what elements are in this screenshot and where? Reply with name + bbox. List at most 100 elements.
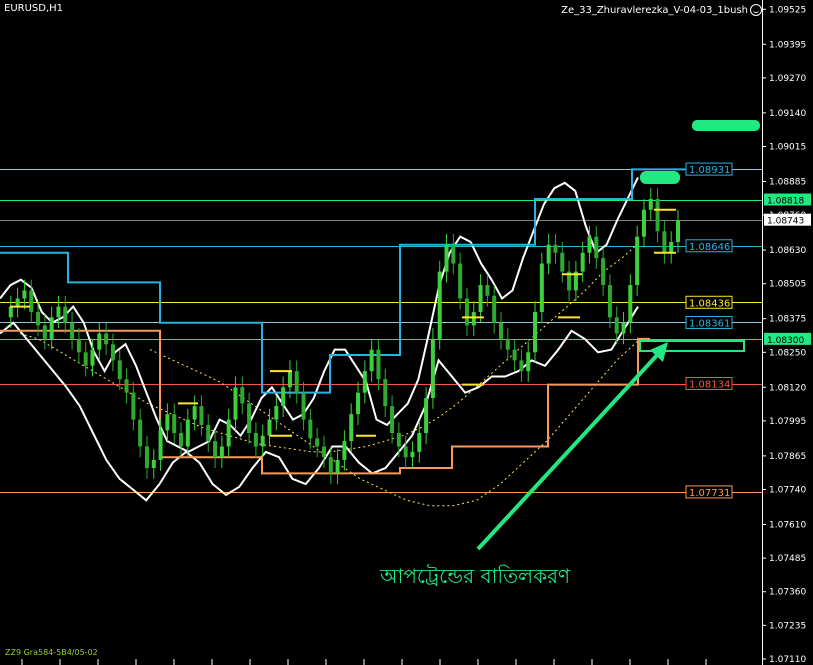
candle-body [335, 459, 340, 474]
candle-body [376, 349, 381, 380]
price-axis-label: 1.07740 [769, 486, 806, 496]
candle-body [614, 317, 619, 334]
price-axis-label: 1.07485 [769, 554, 806, 564]
symbol-label: EURUSD,H1 [4, 3, 64, 14]
price-axis-label: 1.09270 [769, 74, 806, 84]
price-axis-label: 1.09140 [769, 109, 806, 119]
candle-body [587, 236, 592, 253]
candle-body [110, 344, 115, 361]
candle-body [29, 290, 34, 312]
annotation-text: আপট্রেন্ডের বাতিলকরণ [379, 564, 571, 588]
candle-body [648, 198, 653, 210]
candle-body [165, 414, 170, 431]
candle-body [308, 419, 313, 439]
candle-body [601, 258, 606, 286]
candle-body [260, 435, 265, 447]
candle-body [635, 236, 640, 286]
price-label: 1.08361 [689, 318, 730, 329]
candle-body [226, 419, 231, 447]
candle-body [281, 387, 286, 407]
candle-body [560, 252, 565, 272]
candle-body [233, 387, 238, 420]
candle-body [628, 285, 633, 323]
candle-body [464, 298, 469, 326]
price-axis-label: 1.09525 [769, 5, 806, 15]
candle-body [158, 430, 163, 460]
candle-body [676, 220, 680, 243]
indicator-label: Ze_33_Zhuravlerezka_V-04-03_1bush [561, 4, 762, 16]
price-axis-label: 1.08120 [769, 383, 806, 393]
candle-body [138, 419, 143, 447]
candle-body [192, 406, 197, 420]
candle-body [294, 371, 299, 393]
candle-body [356, 392, 361, 415]
smiley-icon[interactable] [750, 4, 762, 16]
candle-body [104, 333, 109, 345]
price-axis-label: 1.07865 [769, 452, 806, 462]
candle-body [512, 349, 517, 361]
price-axis-label: 1.09395 [769, 40, 806, 50]
candle-body [328, 457, 333, 474]
candle-body [594, 236, 599, 259]
candle-body [15, 298, 20, 307]
candle-body [199, 406, 204, 425]
price-axis-label: 1.07235 [769, 621, 806, 631]
price-axis-label: 1.07110 [769, 655, 806, 665]
price-axis-label: 1.08630 [769, 246, 806, 256]
footer-label: ZZ9 Gra584-5B4/05-02 [5, 648, 98, 657]
candle-body [349, 414, 354, 442]
candle-body [49, 317, 54, 339]
candle-body [83, 352, 88, 366]
candle-body [451, 244, 456, 264]
indicator-name: Ze_33_Zhuravlerezka_V-04-03_1bush [561, 4, 748, 16]
candle-body [641, 209, 646, 237]
candle-body [131, 392, 136, 420]
candle-body [369, 349, 374, 372]
candle-body [362, 371, 367, 393]
candle-body [267, 419, 272, 436]
candle-body [437, 271, 442, 339]
price-axis-label: 1.08375 [769, 315, 806, 325]
candle-body [498, 322, 503, 339]
price-axis-label: 1.07995 [769, 417, 806, 427]
price-chart: 1.09525 1.09395 1.09270 1.09140 1.09015 1.088… [0, 0, 813, 665]
price-label: 1.08134 [689, 380, 730, 391]
candle-body [117, 360, 122, 380]
candle-body [403, 446, 408, 458]
price-axis-label: 1.09015 [769, 143, 806, 153]
candle-body [553, 244, 558, 253]
signal-marker-top [692, 120, 760, 131]
candle-body [42, 325, 47, 339]
candle-body [492, 295, 497, 323]
candle-body [97, 333, 102, 350]
candle-body [8, 306, 13, 318]
axis-price-value: 1.08818 [767, 197, 804, 207]
candle-body [76, 338, 81, 353]
price-label: 1.08646 [689, 242, 730, 253]
candle-body [179, 433, 184, 447]
candle-body [655, 198, 660, 232]
candle-body [444, 244, 449, 272]
candle-body [172, 414, 177, 434]
price-label: 1.07731 [689, 488, 730, 499]
candle-body [90, 349, 95, 366]
price-label: 1.08436 [689, 298, 730, 309]
candle-body [22, 290, 27, 299]
candle-body [240, 387, 245, 404]
candle-body [185, 419, 190, 447]
candle-body [219, 446, 224, 458]
candle-body [383, 379, 388, 407]
candle-body [144, 446, 149, 468]
candle-body [430, 338, 435, 399]
candle-body [206, 424, 211, 442]
candle-body [247, 403, 252, 434]
price-axis-label: 1.08250 [769, 348, 806, 358]
candle-body [56, 306, 61, 318]
candle-body [124, 379, 129, 393]
candle-body [390, 406, 395, 434]
price-axis-label: 1.07360 [769, 588, 806, 598]
candle-body [546, 244, 551, 264]
signal-marker-upper [640, 171, 680, 184]
candle-body [458, 263, 463, 299]
candle-body [519, 360, 524, 372]
